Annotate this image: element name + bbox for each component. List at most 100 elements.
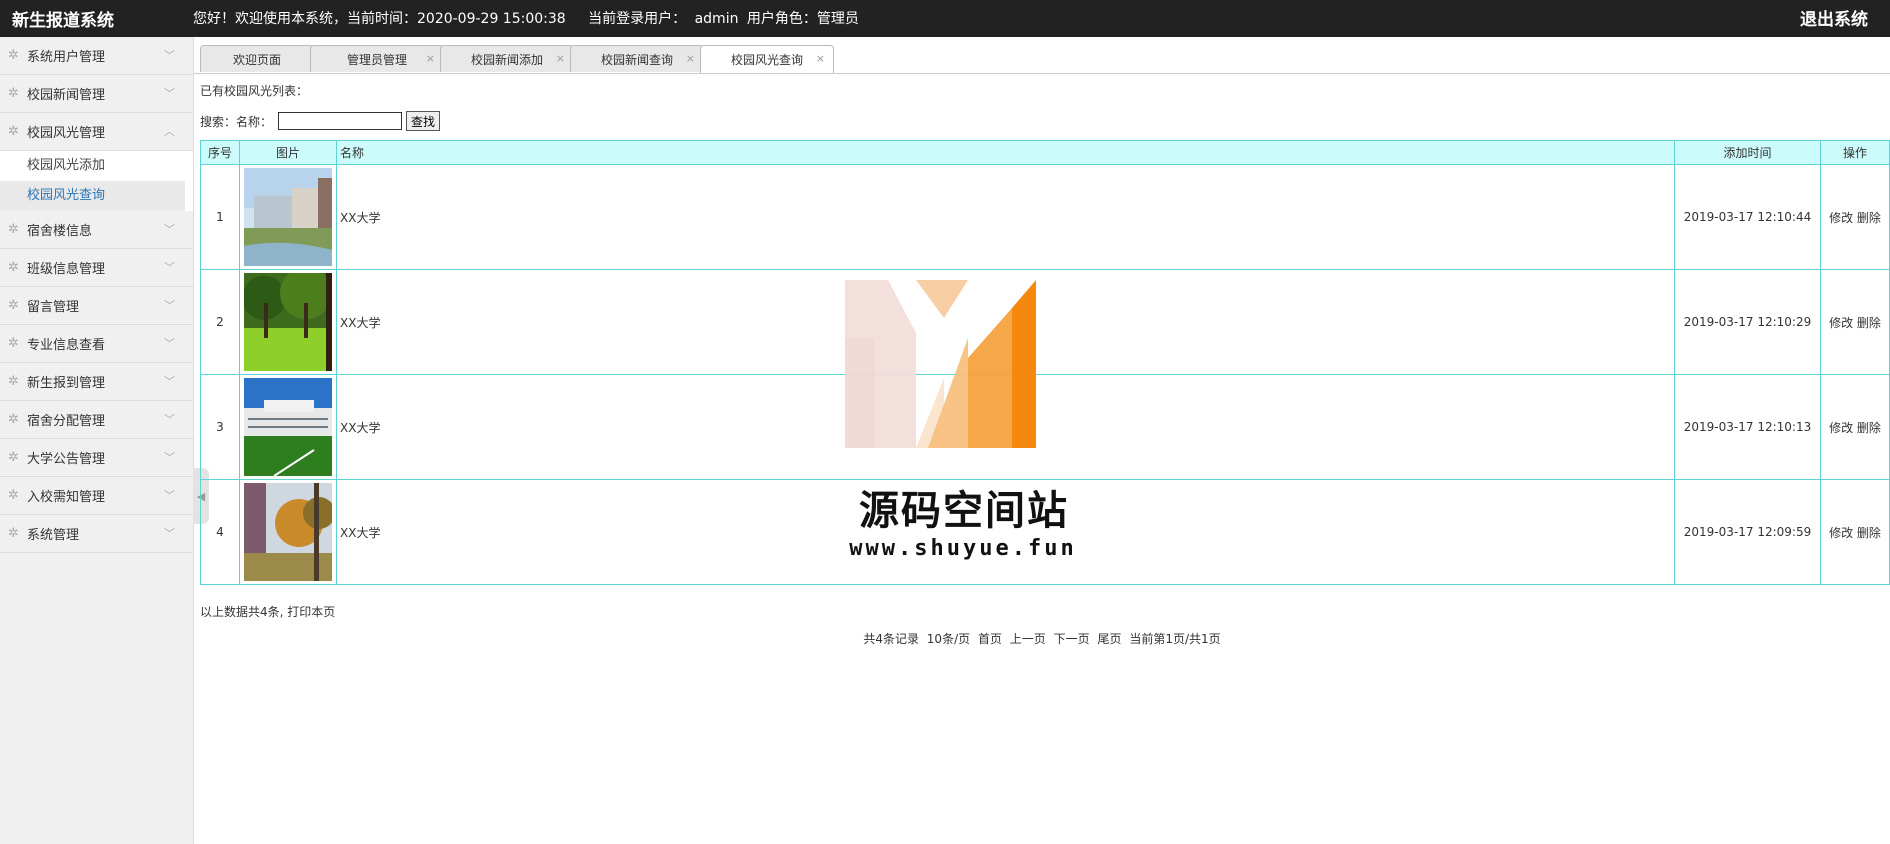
prev-page-link[interactable]: 上一页 (1010, 632, 1046, 646)
row-time: 2019-03-17 12:10:44 (1674, 164, 1821, 270)
delete-link[interactable]: 删除 (1857, 211, 1881, 225)
row-actions: 修改 删除 (1820, 479, 1890, 585)
sidebar-item-label: 系统用户管理 (27, 50, 106, 65)
record-count: 共4条记录 (863, 632, 919, 646)
campus-photo-thumbnail[interactable] (244, 168, 332, 266)
sidebar-item-label: 系统管理 (27, 528, 80, 543)
tab-admin-management[interactable]: 管理员管理 × (310, 45, 444, 72)
tab-label: 校园风光查询 (730, 53, 803, 67)
close-icon[interactable]: × (816, 52, 825, 65)
row-actions: 修改 删除 (1820, 374, 1890, 480)
pagination: 共4条记录 10条/页 首页 上一页 下一页 尾页 当前第1页/共1页 (200, 630, 1884, 647)
gear-icon: ✲ (8, 487, 19, 503)
row-time: 2019-03-17 12:10:13 (1674, 374, 1821, 480)
delete-link[interactable]: 删除 (1857, 526, 1881, 540)
table-header-row: 序号 图片 名称 添加时间 操作 (200, 140, 1890, 165)
gear-icon: ✲ (8, 123, 19, 139)
tab-label: 校园新闻添加 (470, 52, 543, 67)
campus-photo-thumbnail[interactable] (244, 378, 332, 476)
logout-button[interactable]: 退出系统 (1800, 5, 1868, 30)
delete-link[interactable]: 删除 (1857, 316, 1881, 330)
chevron-up-icon: ︿ (164, 125, 175, 138)
tab-welcome[interactable]: 欢迎页面 (200, 45, 314, 72)
chevron-down-icon: ﹀ (164, 223, 175, 236)
user-role: 用户角色：管理员 (746, 11, 859, 27)
row-name: XX大学 (336, 479, 1675, 585)
row-name: XX大学 (336, 269, 1675, 375)
row-number: 4 (200, 479, 240, 585)
sidebar-item-dorm-assignment[interactable]: ✲ 宿舍分配管理 ﹀ (0, 401, 193, 439)
sidebar-item-dormitory[interactable]: ✲ 宿舍楼信息 ﹀ (0, 211, 193, 249)
tab-label: 管理员管理 (346, 52, 407, 67)
sidebar-item-registration[interactable]: ✲ 新生报到管理 ﹀ (0, 363, 193, 401)
first-page-link[interactable]: 首页 (978, 632, 1002, 646)
chevron-down-icon: ﹀ (164, 49, 175, 62)
chevron-down-icon: ﹀ (164, 375, 175, 388)
sidebar-item-class-info[interactable]: ✲ 班级信息管理 ﹀ (0, 249, 193, 287)
sidebar-item-campus-scenery[interactable]: ✲ 校园风光管理 ︿ (0, 113, 193, 151)
sidebar-item-system-users[interactable]: ✲ 系统用户管理 ﹀ (0, 37, 193, 75)
campus-photo-thumbnail[interactable] (244, 483, 332, 581)
sidebar-item-messages[interactable]: ✲ 留言管理 ﹀ (0, 287, 193, 325)
submenu-item-scenery-add[interactable]: 校园风光添加 (0, 151, 193, 181)
list-title: 已有校园风光列表： (200, 84, 309, 98)
scenery-table: 序号 图片 名称 添加时间 操作 1 XX大学 2019-03-17 12:10… (200, 140, 1890, 585)
welcome-message: 您好！欢迎使用本系统，当前时间：2020-09-29 15:00:38 当前登录… (193, 8, 863, 28)
column-header-num: 序号 (200, 140, 240, 165)
row-image-cell (239, 164, 337, 270)
page-size: 10条/页 (926, 632, 971, 646)
chevron-down-icon: ﹀ (164, 413, 175, 426)
sidebar-item-admission-notice[interactable]: ✲ 入校需知管理 ﹀ (0, 477, 193, 515)
gear-icon: ✲ (8, 525, 19, 541)
campus-photo-thumbnail[interactable] (244, 273, 332, 371)
chevron-down-icon: ﹀ (164, 527, 175, 540)
content-panel: 已有校园风光列表： 搜索： 名称： 查找 序号 图片 名称 添加时间 操作 1 (200, 82, 1890, 647)
tab-news-query[interactable]: 校园新闻查询 × (570, 45, 704, 72)
name-label: 名称： (236, 114, 273, 129)
sidebar-item-label: 大学公告管理 (27, 452, 106, 467)
next-page-link[interactable]: 下一页 (1054, 632, 1090, 646)
row-actions: 修改 删除 (1820, 164, 1890, 270)
chevron-down-icon: ﹀ (164, 489, 175, 502)
top-bar: 新生报道系统 您好！欢迎使用本系统，当前时间：2020-09-29 15:00:… (0, 0, 1890, 37)
sidebar-item-announcements[interactable]: ✲ 大学公告管理 ﹀ (0, 439, 193, 477)
gear-icon: ✲ (8, 449, 19, 465)
column-header-image: 图片 (239, 140, 337, 165)
summary-line: 以上数据共4条, 打印本页 (200, 603, 1884, 620)
sidebar-item-system[interactable]: ✲ 系统管理 ﹀ (0, 515, 193, 553)
sidebar-item-label: 入校需知管理 (27, 490, 106, 505)
name-search-input[interactable] (278, 112, 403, 130)
sidebar-item-label: 校园风光管理 (27, 126, 106, 141)
summary-text: 以上数据共4条, (200, 605, 284, 619)
sidebar: ✲ 系统用户管理 ﹀ ✲ 校园新闻管理 ﹀ ✲ 校园风光管理 ︿ 校园风光添加 … (0, 37, 194, 844)
sidebar-item-major-info[interactable]: ✲ 专业信息查看 ﹀ (0, 325, 193, 363)
search-button[interactable]: 查找 (406, 111, 441, 131)
row-image-cell (239, 269, 337, 375)
close-icon[interactable]: × (556, 52, 565, 65)
tab-scenery-query[interactable]: 校园风光查询 × (700, 45, 834, 73)
chevron-down-icon: ﹀ (164, 261, 175, 274)
print-link[interactable]: 打印本页 (287, 605, 335, 619)
sidebar-item-label: 留言管理 (27, 300, 80, 315)
edit-link[interactable]: 修改 (1829, 211, 1853, 225)
app-title: 新生报道系统 (12, 11, 114, 31)
delete-link[interactable]: 删除 (1857, 421, 1881, 435)
edit-link[interactable]: 修改 (1829, 421, 1853, 435)
sidebar-item-label: 宿舍楼信息 (27, 224, 93, 239)
row-name: XX大学 (336, 374, 1675, 480)
gear-icon: ✲ (8, 259, 19, 275)
sidebar-item-campus-news[interactable]: ✲ 校园新闻管理 ﹀ (0, 75, 193, 113)
gear-icon: ✲ (8, 373, 19, 389)
gear-icon: ✲ (8, 85, 19, 101)
column-header-time: 添加时间 (1674, 140, 1821, 165)
last-page-link[interactable]: 尾页 (1097, 632, 1121, 646)
tab-news-add[interactable]: 校园新闻添加 × (440, 45, 574, 72)
edit-link[interactable]: 修改 (1829, 316, 1853, 330)
row-number: 3 (200, 374, 240, 480)
row-image-cell (239, 374, 337, 480)
chevron-down-icon: ﹀ (164, 451, 175, 464)
close-icon[interactable]: × (686, 52, 695, 65)
close-icon[interactable]: × (426, 52, 435, 65)
submenu-item-scenery-query[interactable]: 校园风光查询 (0, 181, 185, 211)
edit-link[interactable]: 修改 (1829, 526, 1853, 540)
